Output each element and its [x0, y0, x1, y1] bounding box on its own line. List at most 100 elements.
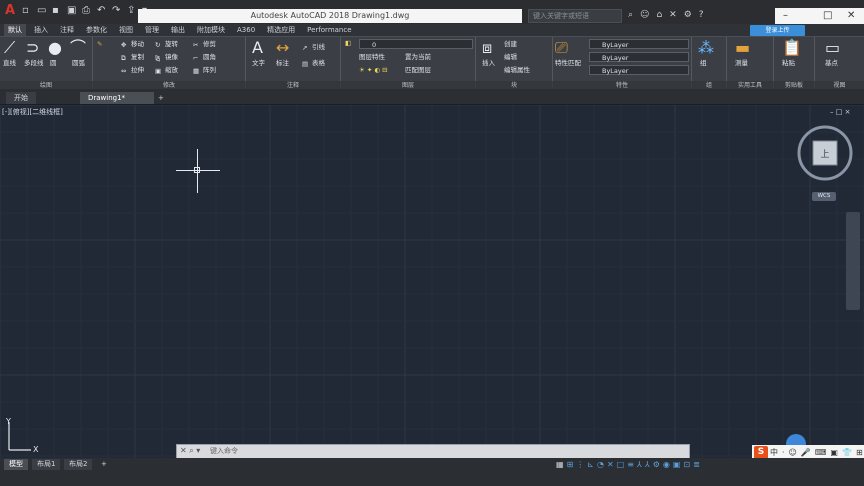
file-tab-drawing1[interactable]: Drawing1*: [80, 92, 154, 104]
tab-home[interactable]: 默认: [4, 24, 26, 36]
new-file-icon[interactable]: ▫: [22, 5, 32, 17]
isolate-objects-icon[interactable]: ◉: [663, 459, 670, 471]
create-block-tool[interactable]: 创建: [504, 40, 517, 49]
model-space-icon[interactable]: ▦: [556, 459, 564, 471]
copy-tool[interactable]: ⧉ 复制: [121, 53, 144, 62]
customize-icon[interactable]: ≣: [693, 459, 700, 471]
search-icon[interactable]: ⌕: [628, 9, 633, 21]
arc-icon[interactable]: ⌒: [70, 39, 86, 57]
autocad-logo-icon[interactable]: A: [2, 3, 18, 19]
snap-toggle-icon[interactable]: ⋮: [576, 459, 584, 471]
layout-tab-layout1[interactable]: 布局1: [32, 459, 61, 470]
linetype-dropdown[interactable]: ByLayer: [589, 52, 689, 62]
search-input[interactable]: 键入关键字或短语: [528, 9, 622, 23]
match-layer-tool[interactable]: 匹配图层: [405, 66, 431, 75]
stretch-tool[interactable]: ⇔ 拉伸: [121, 66, 144, 75]
layer-tools-icons[interactable]: ☀ ✦ ◐ ⊟: [359, 66, 388, 75]
draw-circle-label[interactable]: 圆: [50, 59, 57, 68]
hardware-acceleration-icon[interactable]: ▣: [673, 459, 681, 471]
edit-block-tool[interactable]: 编辑: [504, 53, 517, 62]
tab-addins[interactable]: 附加模块: [193, 24, 229, 36]
tab-parametric[interactable]: 参数化: [82, 24, 111, 36]
ortho-toggle-icon[interactable]: ⊾: [587, 459, 594, 471]
annotation-scale-icon[interactable]: ⅄: [637, 459, 642, 471]
command-input[interactable]: 键入命令: [210, 446, 238, 456]
wcs-menu[interactable]: WCS: [812, 192, 836, 201]
tab-insert[interactable]: 插入: [30, 24, 52, 36]
file-tab-start[interactable]: 开始: [6, 92, 36, 104]
match-properties-icon[interactable]: ⎚: [555, 39, 568, 57]
color-dropdown[interactable]: ByLayer: [589, 39, 689, 49]
tab-annotate[interactable]: 注释: [56, 24, 78, 36]
layer-properties-icon[interactable]: ◧: [345, 39, 351, 48]
layer-dropdown[interactable]: 0: [359, 39, 473, 49]
tab-a360[interactable]: A360: [233, 24, 259, 36]
annotation-visibility-icon[interactable]: ⅄: [645, 459, 650, 471]
array-tool[interactable]: ▦ 阵列: [193, 66, 216, 75]
save-as-icon[interactable]: ▣: [67, 5, 77, 17]
rotate-tool[interactable]: ↻ 旋转: [155, 40, 178, 49]
text-icon[interactable]: A: [252, 39, 263, 57]
polar-toggle-icon[interactable]: ◔: [597, 459, 604, 471]
scale-tool[interactable]: ▣ 缩放: [155, 66, 178, 75]
lineweight-toggle-icon[interactable]: ≡: [627, 459, 634, 471]
save-icon[interactable]: ▪: [52, 5, 62, 17]
layout-tab-model[interactable]: 模型: [4, 459, 28, 470]
osnap-icon[interactable]: □: [617, 459, 625, 471]
edit-attribute-tool[interactable]: 编辑属性: [504, 66, 530, 75]
tab-performance[interactable]: Performance: [303, 24, 355, 36]
grid-toggle-icon[interactable]: ⊞: [567, 459, 574, 471]
circle-icon[interactable]: ●: [48, 39, 62, 57]
tab-manage[interactable]: 管理: [141, 24, 163, 36]
viewport-window-controls[interactable]: – □ ×: [830, 108, 850, 117]
polyline-icon[interactable]: ⊃: [26, 39, 39, 57]
group-icon[interactable]: ⁂: [698, 39, 714, 57]
new-tab-button[interactable]: +: [150, 92, 172, 104]
workspace-icon[interactable]: ⚙: [653, 459, 660, 471]
mirror-tool[interactable]: ⧎ 镜像: [155, 53, 178, 62]
undo-icon[interactable]: ↶: [97, 5, 107, 17]
insert-block-label[interactable]: 插入: [482, 59, 495, 68]
layout-tab-add[interactable]: +: [96, 459, 112, 470]
exchange-icon[interactable]: ✕: [669, 9, 677, 21]
insert-block-icon[interactable]: ⧈: [482, 39, 492, 57]
redo-icon[interactable]: ↷: [112, 5, 122, 17]
close-button[interactable]: ✕: [847, 8, 855, 24]
paste-tool-label[interactable]: 粘贴: [782, 59, 795, 68]
print-icon[interactable]: ⎙: [82, 5, 92, 17]
help-icon[interactable]: ?: [699, 9, 704, 21]
dimension-icon[interactable]: ↔: [276, 39, 289, 57]
isodraft-icon[interactable]: ✕: [607, 459, 614, 471]
drawing-canvas[interactable]: [0, 105, 864, 458]
line-icon[interactable]: ⟋: [4, 39, 15, 57]
login-button[interactable]: 登录上传: [750, 25, 805, 36]
tab-output[interactable]: 输出: [167, 24, 189, 36]
match-properties-label[interactable]: 特性匹配: [555, 59, 581, 68]
tab-featured-apps[interactable]: 精选应用: [263, 24, 299, 36]
draw-arc-label[interactable]: 圆弧: [72, 59, 85, 68]
cart-icon[interactable]: ⌂: [656, 9, 662, 21]
layout-tab-layout2[interactable]: 布局2: [64, 459, 93, 470]
command-line-buttons[interactable]: ✕ ⌕ ▾: [180, 446, 200, 456]
dimension-tool-label[interactable]: 标注: [276, 59, 289, 68]
maximize-button[interactable]: □: [823, 8, 832, 24]
table-tool[interactable]: ▤ 表格: [302, 59, 325, 68]
set-current-tool[interactable]: 置为当前: [405, 53, 431, 62]
viewport-controls-label[interactable]: [-][俯视][二维线框]: [2, 108, 63, 117]
measure-tool-label[interactable]: 测量: [735, 59, 748, 68]
paste-icon[interactable]: 📋: [782, 39, 802, 57]
lineweight-dropdown[interactable]: ByLayer: [589, 65, 689, 75]
navigation-bar[interactable]: [846, 212, 860, 310]
group-tool-label[interactable]: 组: [700, 59, 707, 68]
move-tool[interactable]: ✥ 移动: [121, 40, 144, 49]
leader-tool[interactable]: ↗ 引线: [302, 43, 325, 52]
network-icon[interactable]: ⚙: [684, 9, 692, 21]
user-icon[interactable]: ☺: [640, 9, 649, 21]
trim-tool[interactable]: ✂ 修剪: [193, 40, 216, 49]
viewcube[interactable]: 上: [794, 122, 856, 184]
minimize-button[interactable]: –: [783, 8, 788, 24]
open-file-icon[interactable]: ▭: [37, 5, 47, 17]
erase-icon[interactable]: ✎: [97, 40, 102, 49]
draw-line-label[interactable]: 直线: [3, 59, 16, 68]
draw-polyline-label[interactable]: 多段线: [24, 59, 44, 68]
